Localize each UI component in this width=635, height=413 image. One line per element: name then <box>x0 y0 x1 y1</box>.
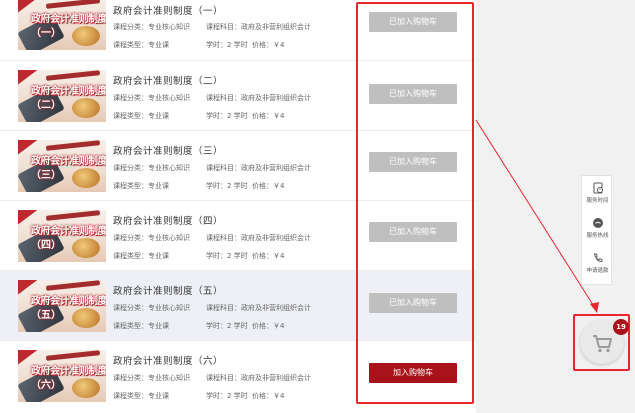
course-price: 价格：￥4 <box>252 322 285 330</box>
course-category: 课程分类：专业核心知识 <box>113 304 190 312</box>
clock-icon <box>593 182 603 194</box>
course-hours: 学时：2 学时 <box>206 112 248 120</box>
chat-icon <box>592 218 603 228</box>
sidebar-item-service-time[interactable]: 服务时间 <box>582 178 613 212</box>
course-thumbnail[interactable]: 政府会计准则制度 （一） <box>18 0 106 50</box>
course-type: 课程类型：专业课 <box>113 392 169 400</box>
sidebar-item-label: 服务热线 <box>586 233 609 239</box>
course-type: 课程类型：专业课 <box>113 252 169 260</box>
course-hours: 学时：2 学时 <box>206 322 248 330</box>
course-title[interactable]: 政府会计准则制度（二） <box>113 73 223 87</box>
course-title[interactable]: 政府会计准则制度（三） <box>113 143 223 157</box>
course-type: 课程类型：专业课 <box>113 112 169 120</box>
thumbnail-title: 政府会计准则制度 <box>31 366 106 377</box>
course-row: 政府会计准则制度 （二） 政府会计准则制度（二） 课程分类：专业核心知识 课程科… <box>0 61 476 131</box>
sidebar-item-hotline[interactable]: 服务热线 <box>582 213 613 247</box>
course-thumbnail[interactable]: 政府会计准则制度 （二） <box>18 70 106 122</box>
course-subject: 课程科目：政府及非营利组织会计 <box>206 164 311 172</box>
course-price: 价格：￥4 <box>252 112 285 120</box>
course-subject: 课程科目：政府及非营利组织会计 <box>206 374 311 382</box>
course-price: 价格：￥4 <box>252 182 285 190</box>
course-row: 政府会计准则制度 （一） 政府会计准则制度（一） 课程分类：专业核心知识 课程科… <box>0 0 476 61</box>
course-category: 课程分类：专业核心知识 <box>113 234 190 242</box>
thumbnail-title: 政府会计准则制度 <box>31 14 106 25</box>
thumbnail-title: 政府会计准则制度 <box>31 86 106 97</box>
course-subject: 课程科目：政府及非营利组织会计 <box>206 23 311 31</box>
course-row: 政府会计准则制度 （五） 政府会计准则制度（五） 课程分类：专业核心知识 课程科… <box>0 271 476 341</box>
sidebar-item-label: 申请退款 <box>586 268 609 274</box>
floating-cart[interactable]: 19 <box>573 314 630 371</box>
course-thumbnail[interactable]: 政府会计准则制度 （三） <box>18 140 106 192</box>
course-type: 课程类型：专业课 <box>113 182 169 190</box>
course-category: 课程分类：专业核心知识 <box>113 164 190 172</box>
course-thumbnail[interactable]: 政府会计准则制度 （五） <box>18 280 106 332</box>
thumbnail-title: 政府会计准则制度 <box>31 226 106 237</box>
course-list: 政府会计准则制度 （一） 政府会计准则制度（一） 课程分类：专业核心知识 课程科… <box>0 0 476 413</box>
thumbnail-subtitle: （六） <box>31 380 61 391</box>
course-hours: 学时：2 学时 <box>206 41 248 49</box>
thumbnail-title: 政府会计准则制度 <box>31 156 106 167</box>
course-row: 政府会计准则制度 （四） 政府会计准则制度（四） 课程分类：专业核心知识 课程科… <box>0 201 476 271</box>
added-to-cart-button[interactable]: 已加入购物车 <box>369 12 457 32</box>
thumbnail-subtitle: （二） <box>31 100 61 111</box>
course-thumbnail[interactable]: 政府会计准则制度 （六） <box>18 350 106 402</box>
thumbnail-subtitle: （五） <box>31 310 61 321</box>
course-thumbnail[interactable]: 政府会计准则制度 （四） <box>18 210 106 262</box>
added-to-cart-button[interactable]: 已加入购物车 <box>369 293 457 313</box>
add-to-cart-button[interactable]: 加入购物车 <box>369 363 457 383</box>
phone-icon <box>593 253 602 263</box>
thumbnail-subtitle: （四） <box>31 240 61 251</box>
added-to-cart-button[interactable]: 已加入购物车 <box>369 84 457 104</box>
course-type: 课程类型：专业课 <box>113 322 169 330</box>
thumbnail-subtitle: （三） <box>31 170 61 181</box>
thumbnail-title: 政府会计准则制度 <box>31 296 106 307</box>
service-sidebar: 服务时间 服务热线 申请退款 <box>581 175 612 285</box>
course-category: 课程分类：专业核心知识 <box>113 23 190 31</box>
course-row: 政府会计准则制度 （三） 政府会计准则制度（三） 课程分类：专业核心知识 课程科… <box>0 131 476 201</box>
sidebar-item-refund[interactable]: 申请退款 <box>582 248 613 282</box>
added-to-cart-button[interactable]: 已加入购物车 <box>369 152 457 172</box>
course-subject: 课程科目：政府及非营利组织会计 <box>206 304 311 312</box>
added-to-cart-button[interactable]: 已加入购物车 <box>369 222 457 242</box>
course-hours: 学时：2 学时 <box>206 182 248 190</box>
course-category: 课程分类：专业核心知识 <box>113 94 190 102</box>
course-row: 政府会计准则制度 （六） 政府会计准则制度（六） 课程分类：专业核心知识 课程科… <box>0 341 476 411</box>
course-title[interactable]: 政府会计准则制度（五） <box>113 283 223 297</box>
cart-count-badge: 19 <box>613 319 629 335</box>
course-hours: 学时：2 学时 <box>206 252 248 260</box>
course-title[interactable]: 政府会计准则制度（六） <box>113 353 223 367</box>
course-price: 价格：￥4 <box>252 392 285 400</box>
course-price: 价格：￥4 <box>252 41 285 49</box>
course-hours: 学时：2 学时 <box>206 392 248 400</box>
course-price: 价格：￥4 <box>252 252 285 260</box>
thumbnail-subtitle: （一） <box>31 28 61 39</box>
course-title[interactable]: 政府会计准则制度（四） <box>113 213 223 227</box>
course-title[interactable]: 政府会计准则制度（一） <box>113 3 223 17</box>
sidebar-item-label: 服务时间 <box>586 198 609 204</box>
course-subject: 课程科目：政府及非营利组织会计 <box>206 94 311 102</box>
course-type: 课程类型：专业课 <box>113 41 169 49</box>
course-subject: 课程科目：政府及非营利组织会计 <box>206 234 311 242</box>
course-category: 课程分类：专业核心知识 <box>113 374 190 382</box>
